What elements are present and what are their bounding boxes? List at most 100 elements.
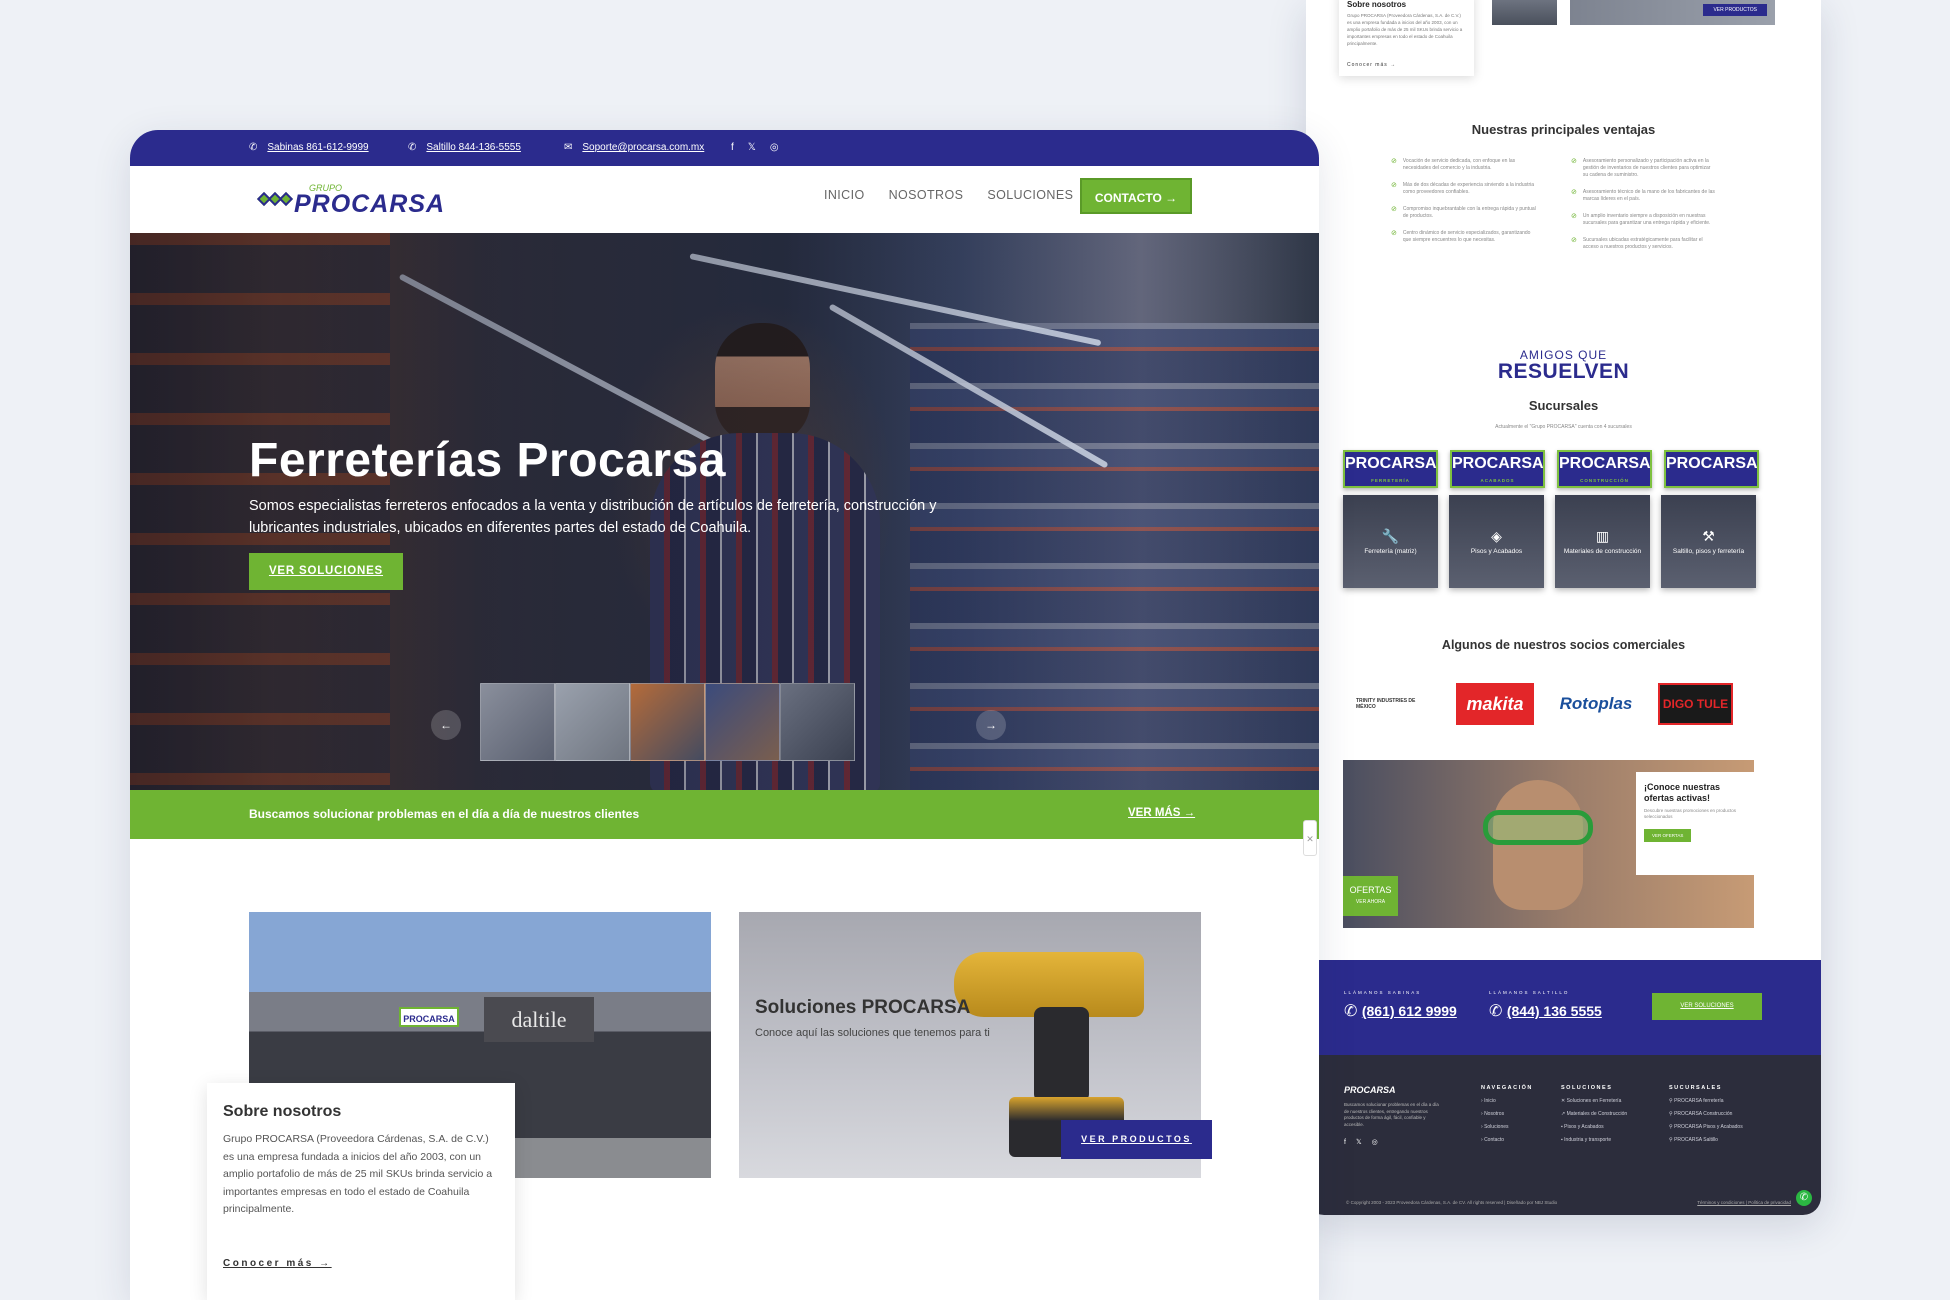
- advantages-right: ⊘ Asesoramiento personalizado y participa…: [1571, 158, 1716, 261]
- hammer-icon: ⚒: [1702, 528, 1715, 544]
- call-saltillo: LLÁMANOS SALTILLO ✆ (844) 136 5555: [1489, 990, 1602, 1020]
- products-image: VER PRODUCTOS: [1570, 0, 1775, 25]
- check-icon: ⊘: [1571, 189, 1577, 196]
- about-title: Sobre nosotros: [1347, 0, 1407, 9]
- footer-branches: SUCURSALES ⚲ PROCARSA ferretería ⚲ PROCA…: [1669, 1085, 1743, 1143]
- partner-logo: makita: [1456, 683, 1534, 725]
- footer-social-icons[interactable]: f𝕏◎: [1344, 1138, 1439, 1146]
- footer-link[interactable]: ▪ Pisos y Acabados: [1561, 1124, 1627, 1130]
- whatsapp-icon[interactable]: ✆: [1796, 1190, 1812, 1206]
- footer-link[interactable]: › Soluciones: [1481, 1124, 1533, 1130]
- offers-box: ¡Conoce nuestras ofertas activas! Descub…: [1636, 772, 1754, 875]
- advantage-item: ⊘ Compromiso inquebrantable con la entreg…: [1391, 206, 1536, 219]
- store-brand-sign: daltile: [484, 997, 594, 1042]
- call-sabinas: LLÁMANOS SABINAS ✆ (861) 612 9999: [1344, 990, 1457, 1020]
- offers-banner[interactable]: ¡Conoce nuestras ofertas activas! Descub…: [1343, 760, 1754, 928]
- partner-logo: Rotoplas: [1559, 694, 1633, 713]
- solutions-title: Soluciones PROCARSA: [755, 997, 971, 1018]
- call-band: LLÁMANOS SABINAS ✆ (861) 612 9999 LLÁMAN…: [1306, 960, 1821, 1055]
- advantages-title: Nuestras principales ventajas: [1471, 122, 1656, 137]
- amigos-line2: RESUELVEN: [1497, 360, 1630, 383]
- check-icon: ⊘: [1391, 182, 1397, 189]
- side-collapse-icon[interactable]: ✕: [1303, 820, 1317, 856]
- layers-icon: ◈: [1491, 528, 1502, 544]
- footer-logo: PROCARSA: [1344, 1085, 1396, 1095]
- footer-text: Buscamos solucionar problemas en el día …: [1344, 1102, 1439, 1127]
- branches-subtitle: Actualmente el "Grupo PROCARSA" cuenta c…: [1495, 424, 1632, 430]
- footer-link[interactable]: ▪ Industria y transporte: [1561, 1137, 1627, 1143]
- advantage-item: ⊘ Vocación de servicio dedicada, con enfo…: [1391, 158, 1516, 171]
- check-icon: ⊘: [1571, 213, 1577, 220]
- footer-link[interactable]: › Inicio: [1481, 1098, 1533, 1104]
- footer-link[interactable]: ⚲ PROCARSA Construcción: [1669, 1111, 1743, 1117]
- footer-link[interactable]: › Nosotros: [1481, 1111, 1533, 1117]
- advantage-item: ⊘ Asesoramiento técnico de la mano de los…: [1571, 189, 1715, 202]
- secondary-page-preview: VER PRODUCTOS Sobre nosotros Grupo PROCA…: [1306, 0, 1821, 1215]
- advantage-item: ⊘ Asesoramiento personalizado y participa…: [1571, 158, 1711, 178]
- about-card: Sobre nosotros Grupo PROCARSA (Proveedor…: [1339, 0, 1474, 76]
- footer: PROCARSA Buscamos solucionar problemas e…: [1306, 1055, 1821, 1215]
- building-icon: ▥: [1595, 528, 1610, 544]
- check-icon: ⊘: [1571, 158, 1577, 165]
- promo-person: [1493, 780, 1583, 910]
- solutions-text: Conoce aquí las soluciones que tenemos p…: [755, 1027, 990, 1039]
- check-icon: ⊘: [1571, 237, 1577, 244]
- branch-card[interactable]: ⚒ Saltillo, pisos y ferretería: [1661, 495, 1756, 588]
- branches-title: Sucursales: [1528, 398, 1599, 413]
- partner-logo: DIGO TULE: [1658, 683, 1733, 725]
- copyright: © Copyright 2003 - 2023 Proveedora Cárde…: [1346, 1200, 1558, 1205]
- footer-link[interactable]: ↗ Materiales de Construcción: [1561, 1111, 1627, 1117]
- branch-cards: 🔧 Ferretería (matriz) ◈ Pisos y Acabados ▥…: [1343, 495, 1756, 588]
- branch-logos: PROCARSA FERRETERÍA PROCARSA ACABADOS PROC…: [1343, 450, 1759, 488]
- about-title: Sobre nosotros: [223, 1103, 342, 1120]
- offers-tag[interactable]: OFERTAS VER AHORA: [1343, 876, 1398, 916]
- about-section: PROCARSA daltile Soluciones PROCARSA Con…: [130, 0, 1319, 1300]
- footer-link[interactable]: › Contacto: [1481, 1137, 1533, 1143]
- call-solutions-button[interactable]: VER SOLUCIONES: [1652, 993, 1762, 1020]
- store-sign: PROCARSA: [399, 1007, 459, 1027]
- about-text: Grupo PROCARSA (Proveedora Cárdenas, S.A…: [1347, 13, 1463, 46]
- partner-logo: TRINITY INDUSTRIES DE MÉXICO: [1356, 698, 1416, 710]
- advantage-item: ⊘ Sucursales ubicadas estratégicamente pa…: [1571, 237, 1703, 250]
- footer-link[interactable]: ⚲ PROCARSA Saltillo: [1669, 1137, 1743, 1143]
- amigos-logo: AMIGOS QUE RESUELVEN: [1306, 348, 1821, 382]
- products-button[interactable]: VER PRODUCTOS: [1703, 4, 1767, 16]
- call-sabinas-link[interactable]: (861) 612 9999: [1362, 1003, 1457, 1019]
- branch-card[interactable]: ▥ Materiales de construcción: [1555, 495, 1650, 588]
- branch-card[interactable]: ◈ Pisos y Acabados: [1449, 495, 1544, 588]
- policy-links[interactable]: Términos y condiciones | Política de pri…: [1697, 1200, 1791, 1205]
- offers-button[interactable]: VER OFERTAS: [1644, 829, 1692, 842]
- about-card: Sobre nosotros Grupo PROCARSA (Proveedor…: [207, 1083, 515, 1300]
- check-icon: ⊘: [1391, 158, 1397, 165]
- partners-title: Algunos de nuestros socios comerciales: [1441, 638, 1686, 652]
- footer-link[interactable]: ⚲ PROCARSA Pisos y Acabados: [1669, 1124, 1743, 1130]
- phone-icon: ✆: [1489, 1003, 1507, 1020]
- offers-text: Descubre nuestras promociones en product…: [1644, 808, 1737, 819]
- advantages-left: ⊘ Vocación de servicio dedicada, con enfo…: [1391, 158, 1536, 254]
- footer-link[interactable]: ⚲ PROCARSA ferretería: [1669, 1098, 1743, 1104]
- advantage-item: ⊘ Un amplio inventario siempre a disposic…: [1571, 213, 1711, 226]
- footer-link[interactable]: ✕ Soluciones en Ferretería: [1561, 1098, 1627, 1104]
- footer-brand: PROCARSA Buscamos solucionar problemas e…: [1344, 1085, 1439, 1146]
- footer-solutions: SOLUCIONES ✕ Soluciones en Ferretería ↗ …: [1561, 1085, 1628, 1143]
- branch-logo: PROCARSA CONSTRUCCIÓN: [1557, 450, 1652, 488]
- wrench-icon: 🔧: [1381, 528, 1400, 544]
- about-image: [1492, 0, 1557, 25]
- advantage-item: ⊘ Más de dos décadas de experiencia sirvi…: [1391, 182, 1535, 195]
- advantage-item: ⊘ Centro dinámico de servicio especializa…: [1391, 230, 1531, 243]
- products-button[interactable]: VER PRODUCTOS: [1061, 1120, 1212, 1159]
- about-link[interactable]: Conocer más →: [223, 1258, 332, 1269]
- branch-card[interactable]: 🔧 Ferretería (matriz): [1343, 495, 1438, 588]
- call-saltillo-link[interactable]: (844) 136 5555: [1507, 1003, 1602, 1019]
- offers-title: ¡Conoce nuestras ofertas activas!: [1644, 782, 1721, 803]
- partners-row: TRINITY INDUSTRIES DE MÉXICO makita Roto…: [1356, 683, 1733, 725]
- branch-logo: PROCARSA: [1664, 450, 1759, 488]
- check-icon: ⊘: [1391, 206, 1397, 213]
- about-link[interactable]: Conocer más →: [1347, 62, 1396, 68]
- promo-goggles: [1483, 810, 1593, 845]
- check-icon: ⊘: [1391, 230, 1397, 237]
- about-text: Grupo PROCARSA (Proveedora Cárdenas, S.A…: [223, 1133, 493, 1215]
- phone-icon: ✆: [1344, 1003, 1362, 1020]
- footer-nav: NAVEGACIÓN › Inicio › Nosotros › Solucio…: [1481, 1085, 1533, 1143]
- branch-logo: PROCARSA ACABADOS: [1450, 450, 1545, 488]
